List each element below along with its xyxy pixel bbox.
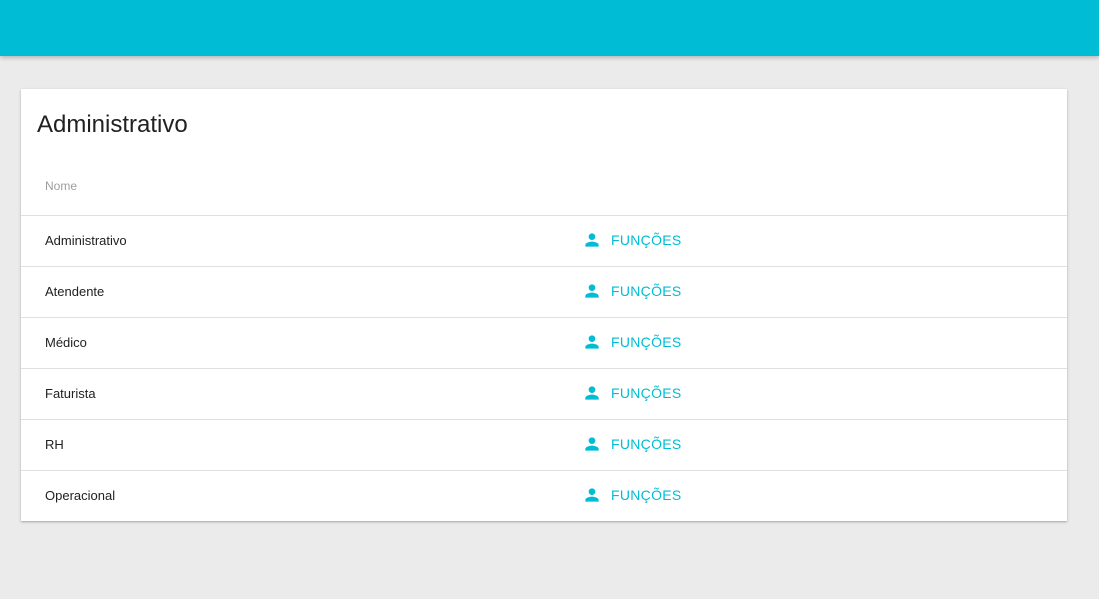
app-toolbar bbox=[0, 0, 1099, 56]
funcoes-label: FUNÇÕES bbox=[611, 334, 682, 350]
table-row: Médico FUNÇÕES bbox=[21, 318, 1067, 369]
person-icon bbox=[582, 332, 602, 352]
roles-table: Nome Administrativo FUNÇÕES Atendente FU… bbox=[21, 164, 1067, 521]
role-name: RH bbox=[45, 437, 64, 452]
person-icon bbox=[582, 383, 602, 403]
funcoes-button[interactable]: FUNÇÕES bbox=[574, 273, 690, 309]
funcoes-label: FUNÇÕES bbox=[611, 283, 682, 299]
table-row: Atendente FUNÇÕES bbox=[21, 267, 1067, 318]
funcoes-label: FUNÇÕES bbox=[611, 487, 682, 503]
funcoes-button[interactable]: FUNÇÕES bbox=[574, 375, 690, 411]
funcoes-button[interactable]: FUNÇÕES bbox=[574, 426, 690, 462]
funcoes-label: FUNÇÕES bbox=[611, 436, 682, 452]
table-row: Faturista FUNÇÕES bbox=[21, 369, 1067, 420]
role-name: Faturista bbox=[45, 386, 96, 401]
table-row: Operacional FUNÇÕES bbox=[21, 471, 1067, 521]
person-icon bbox=[582, 230, 602, 250]
column-header-name: Nome bbox=[45, 179, 78, 193]
funcoes-label: FUNÇÕES bbox=[611, 385, 682, 401]
funcoes-button[interactable]: FUNÇÕES bbox=[574, 477, 690, 513]
roles-card: Administrativo Nome Administrativo FUNÇÕ… bbox=[21, 89, 1067, 521]
card-title: Administrativo bbox=[37, 111, 188, 138]
funcoes-label: FUNÇÕES bbox=[611, 232, 682, 248]
table-header: Nome bbox=[21, 164, 1067, 216]
funcoes-button[interactable]: FUNÇÕES bbox=[574, 222, 690, 258]
role-name: Médico bbox=[45, 335, 87, 350]
table-row: RH FUNÇÕES bbox=[21, 420, 1067, 471]
role-name: Operacional bbox=[45, 488, 116, 503]
role-name: Administrativo bbox=[45, 233, 127, 248]
person-icon bbox=[582, 434, 602, 454]
person-icon bbox=[582, 281, 602, 301]
role-name: Atendente bbox=[45, 284, 105, 299]
table-row: Administrativo FUNÇÕES bbox=[21, 216, 1067, 267]
funcoes-button[interactable]: FUNÇÕES bbox=[574, 324, 690, 360]
person-icon bbox=[582, 485, 602, 505]
